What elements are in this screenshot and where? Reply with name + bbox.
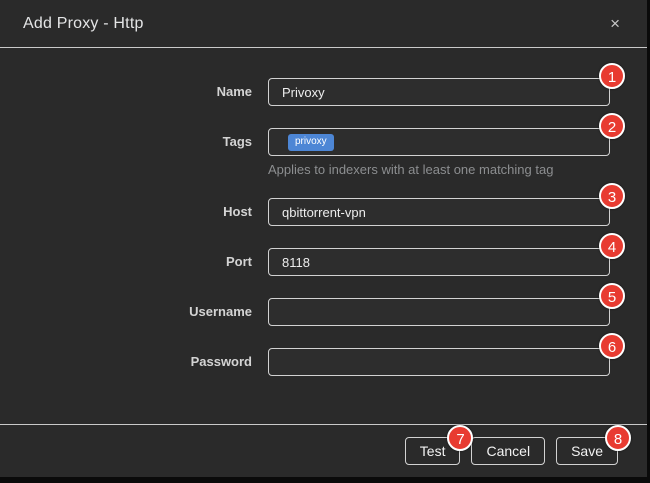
annotation-badge-4: 4 [599, 233, 625, 259]
host-label: Host [0, 198, 252, 226]
port-label: Port [0, 248, 252, 276]
close-icon[interactable]: × [606, 13, 624, 34]
host-control: 3 [268, 198, 610, 226]
name-control: 1 [268, 78, 610, 106]
modal-footer: Test 7 Cancel Save 8 [0, 424, 647, 477]
annotation-badge-6: 6 [599, 333, 625, 359]
annotation-badge-2: 2 [599, 113, 625, 139]
add-proxy-modal: Add Proxy - Http × Name 1 Tags privoxy 2… [0, 0, 647, 477]
username-input[interactable] [268, 298, 610, 326]
modal-header: Add Proxy - Http × [0, 0, 647, 48]
annotation-badge-8: 8 [605, 425, 631, 451]
name-label: Name [0, 78, 252, 106]
annotation-badge-3: 3 [599, 183, 625, 209]
tags-label: Tags [0, 128, 252, 178]
save-button-label: Save [571, 443, 603, 459]
tags-input[interactable]: privoxy [268, 128, 610, 156]
username-row: Username 5 [0, 298, 647, 326]
cancel-button[interactable]: Cancel [471, 437, 545, 465]
tags-helper-text: Applies to indexers with at least one ma… [268, 162, 610, 178]
password-label: Password [0, 348, 252, 376]
password-input[interactable] [268, 348, 610, 376]
test-button-label: Test [420, 443, 446, 459]
port-control: 4 [268, 248, 610, 276]
host-input[interactable] [268, 198, 610, 226]
modal-title: Add Proxy - Http [23, 15, 144, 33]
port-row: Port 4 [0, 248, 647, 276]
cancel-button-label: Cancel [486, 443, 530, 459]
password-row: Password 6 [0, 348, 647, 376]
tag-chip[interactable]: privoxy [288, 134, 334, 151]
tags-row: Tags privoxy 2 Applies to indexers with … [0, 128, 647, 178]
password-control: 6 [268, 348, 610, 376]
tags-control: privoxy 2 Applies to indexers with at le… [268, 128, 610, 178]
port-input[interactable] [268, 248, 610, 276]
name-input[interactable] [268, 78, 610, 106]
host-row: Host 3 [0, 198, 647, 226]
name-row: Name 1 [0, 78, 647, 106]
username-label: Username [0, 298, 252, 326]
annotation-badge-1: 1 [599, 63, 625, 89]
username-control: 5 [268, 298, 610, 326]
annotation-badge-5: 5 [599, 283, 625, 309]
annotation-badge-7: 7 [447, 425, 473, 451]
modal-body: Name 1 Tags privoxy 2 Applies to indexer… [0, 48, 647, 376]
save-button[interactable]: Save 8 [556, 437, 618, 465]
test-button[interactable]: Test 7 [405, 437, 461, 465]
